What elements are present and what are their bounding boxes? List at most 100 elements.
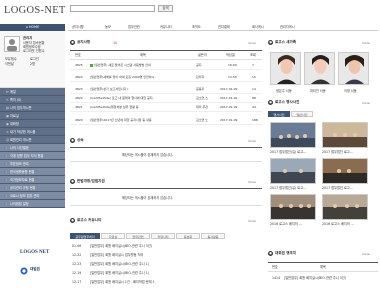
menu-item-covid[interactable]: › 코로나 정보 업무 관리 — [0, 192, 65, 200]
menu-item-notes[interactable]: ✎쪽지 (0) — [0, 96, 65, 104]
event-photo[interactable] — [270, 158, 316, 184]
event-photo[interactable] — [322, 194, 368, 220]
menu-item-schedule[interactable]: › 나의점점 일정 — [0, 200, 65, 208]
table-row[interactable]: 4822 (CertifiedSite) 로고 내 원래의 행사에 대한 공지.… — [70, 95, 262, 103]
row-no: 4821 — [75, 105, 83, 109]
event-photo[interactable] — [270, 194, 316, 220]
reply-more-link[interactable]: more — [362, 252, 370, 256]
subtab-volunteer[interactable]: 봉사활동 — [201, 233, 225, 239]
menu-item-my-board[interactable]: ▤나의 업무게시판 — [0, 104, 65, 112]
table-row[interactable]: 4825 (일반업무) 새로 들어온 시스템 사용방법 안내 공지 16:00 … — [70, 62, 262, 70]
staff-photo[interactable] — [338, 52, 369, 85]
staff-photo[interactable] — [270, 52, 301, 85]
table-row[interactable]: 4824 (일반업무)새해를 맞이 하여 모든 2000명 안전하시.. 관리자… — [70, 74, 262, 82]
section-bullet-icon: ● — [268, 40, 273, 45]
community-title-text: 로고스 커뮤니티 — [77, 218, 102, 222]
divider — [268, 271, 378, 272]
logos-footer-logo[interactable]: LOGOS NET — [20, 250, 49, 255]
divider — [70, 188, 262, 189]
post-title[interactable]: [일반업무] 회원 배지실시(BIO-관련 주니 3건) — [90, 244, 152, 248]
menu-item-national[interactable]: › 국가정보자료 현황 — [0, 176, 65, 184]
home-button[interactable]: ⌂ HOME — [0, 24, 65, 31]
subtab-club[interactable]: 동호회 — [176, 233, 200, 239]
subtab-public[interactable]: 공무원업무처리 — [70, 233, 100, 239]
search-button[interactable]: 검색 — [158, 5, 173, 12]
reply-title-text: 대회원 쟁조지 — [275, 251, 297, 255]
post-title[interactable]: [일반업무] 회원 배지실시(BIO-관련 주니 1) — [90, 271, 149, 275]
menu-item-rules[interactable]: › 공지관리 규정 현황 — [0, 184, 65, 192]
menu-label: 자료실 — [10, 114, 19, 118]
memo-more-link[interactable]: more — [248, 139, 256, 143]
post-date: 01-06 — [72, 244, 82, 248]
row-no: 4822 — [75, 96, 83, 100]
menu-item-knowledge[interactable]: › 각계 방향 업무 지식 현황 — [0, 152, 65, 160]
row-no: 4824 — [75, 75, 83, 79]
court-logo[interactable]: 대법원 — [20, 266, 46, 276]
table-row[interactable]: 4820 (일반업무)2017년 신년에 대한 공지사항 등 내용 김소연 노 … — [70, 117, 262, 125]
court-logo-text: 대법원 — [30, 267, 40, 271]
event-photo[interactable] — [322, 158, 368, 184]
menu-item-chat[interactable]: ◉대화방 — [0, 120, 65, 128]
notice-more-link[interactable]: more — [248, 41, 256, 45]
reply-title: ● 대회원 쟁조지 — [268, 251, 296, 256]
photo-tab-event[interactable]: 행사사진 — [268, 111, 290, 117]
photo-caption: 2016 로고스 배지의 ... — [270, 222, 302, 226]
event-photo[interactable] — [322, 122, 368, 148]
tab-work[interactable]: 업무관련 — [128, 25, 140, 29]
menu-label: 투표정보 관리 — [10, 162, 29, 166]
row-date: 16:00 — [228, 63, 237, 67]
photos-title: ● 로고스 행사사진 — [268, 100, 299, 105]
menu-label: 회원관리 게시판 — [10, 138, 32, 142]
tab-company[interactable]: 회사게시 — [252, 25, 264, 29]
menu-item-files[interactable]: ▣자료실 — [0, 112, 65, 120]
search-input[interactable] — [70, 5, 155, 12]
site-logo[interactable]: LOGOS-NET — [4, 5, 66, 16]
photo-tab-general[interactable]: 일반사진 — [291, 111, 313, 117]
photos-more-link[interactable]: more — [362, 101, 370, 105]
row-hits: 188 — [252, 118, 258, 122]
reply-row-title[interactable]: [일반업무] 회원 배지실시(BIO-관련 주니 3건) — [284, 276, 378, 280]
tab-admin[interactable]: 관리자게시 — [280, 25, 295, 29]
row-title: (일반업무)새해를 맞이 하여 모든 2000명 안전하시.. — [90, 75, 157, 79]
row-writer: 공지 — [196, 63, 202, 67]
row-title: (일반업무)2017년 신년에 대한 공지사항 등 내용 — [90, 118, 152, 122]
tab-approval[interactable]: 전자결재 — [218, 25, 230, 29]
tab-org[interactable]: 조직도 — [192, 25, 201, 29]
menu-item-votes[interactable]: › 투표정보 관리 — [0, 160, 65, 168]
table-row[interactable]: 4821 (CertifiedSite)행정처분 실무 현황 등 대리 무관 2… — [70, 104, 262, 112]
menu-item-mail[interactable]: ✉메일 — [0, 88, 65, 96]
menu-label: 나의 사진앨범 — [10, 146, 29, 150]
notice-title: ● 공지사항 — [70, 40, 90, 45]
tab-notice[interactable]: 공지사항 — [72, 25, 84, 29]
staff-name: 정은주 서동 — [276, 89, 292, 93]
menu-item-my-posts[interactable]: ≡내가 작성한 게시물 — [0, 128, 65, 136]
col-no: 번호 — [272, 265, 278, 269]
event-photo[interactable] — [270, 122, 316, 148]
section-bullet-icon: ● — [70, 179, 75, 184]
docs-more-link[interactable]: more — [248, 180, 256, 184]
section-bullet-icon: ● — [70, 218, 75, 223]
post-title[interactable]: [일반업무] 회원 배지실시 1건 - 배지작업 문제 1 — [90, 280, 155, 284]
avatar — [4, 36, 20, 52]
post-title[interactable]: [일반업무] 회원 배지실시 업무활동 처리 — [90, 253, 143, 257]
community-more-link[interactable]: more — [248, 219, 256, 223]
table-row[interactable]: 4823 (일반업무)상기 보고서입니다 ( 윤용우 2017-01-09 14 — [70, 86, 262, 94]
tab-news[interactable]: 농보 — [105, 25, 111, 29]
menu-item-trends[interactable]: › 한국생활동향 현황 — [0, 168, 65, 176]
tab-community[interactable]: 커뮤니티 — [160, 25, 172, 29]
profile-line[interactable]: 로그아웃 인원수 — [23, 49, 45, 53]
subtab-work[interactable]: 업무관련 — [126, 233, 150, 239]
row-hits: 14 — [252, 87, 256, 91]
divider — [268, 262, 378, 263]
menu-item-album[interactable]: › 나의 사진앨범 — [0, 144, 65, 152]
subtab-community[interactable]: 커뮤니티 — [151, 233, 175, 239]
staff-photo[interactable] — [304, 52, 335, 85]
photo-caption: 2017 법무법인(유) 로고... — [270, 186, 307, 190]
intro-more-link[interactable]: more — [362, 41, 370, 45]
menu-item-members[interactable]: ☺회원관리 게시판 — [0, 136, 65, 144]
notice-title-text: 공지사항 — [77, 40, 91, 44]
post-title[interactable]: [일반업무] 회원 배지실시(BIO-관련 주니 1) — [90, 262, 149, 266]
subtab-files[interactable]: 자료실 — [101, 233, 125, 239]
intro-title-text: 로고스 새가족 — [275, 40, 297, 44]
menu-label: 대화방 — [10, 122, 19, 126]
